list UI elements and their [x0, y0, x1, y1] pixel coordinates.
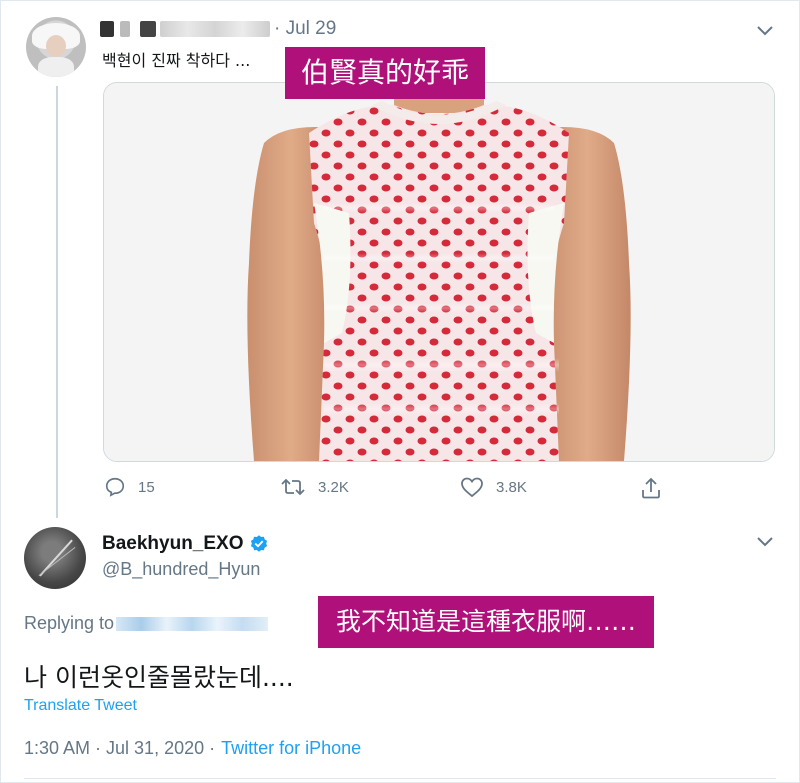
tweet-timestamp[interactable]: 1:30 AM · Jul 31, 2020 ·: [24, 738, 215, 759]
reply-action[interactable]: 15: [104, 476, 155, 498]
chevron-down-icon[interactable]: [755, 535, 775, 549]
retweet-icon: [281, 478, 305, 496]
retweet-action[interactable]: 3.2K: [280, 476, 349, 498]
heart-icon: [461, 477, 483, 498]
translation-caption: 伯賢真的好乖: [285, 47, 486, 99]
avatar[interactable]: [24, 527, 86, 589]
tweet-text: 백현이 진짜 착하다 ...: [102, 51, 251, 70]
translate-tweet-link[interactable]: Translate Tweet: [24, 697, 137, 715]
translation-caption: 我不知道是這種衣服啊……: [318, 596, 655, 648]
tweet-date[interactable]: · Jul 29: [274, 18, 336, 40]
like-count: 3.8K: [496, 478, 527, 496]
share-icon: [642, 477, 660, 499]
tweet-photo[interactable]: [103, 82, 775, 462]
reply-count: 15: [138, 478, 155, 496]
user-handle[interactable]: @B_hundred_Hyun: [102, 559, 260, 580]
comment-icon: [105, 477, 125, 497]
like-action[interactable]: 3.8K: [460, 476, 527, 498]
divider: [24, 778, 776, 779]
tweet-text: 나 이런옷인줄몰랐눈데....: [24, 663, 294, 692]
retweet-count: 3.2K: [318, 478, 349, 496]
avatar[interactable]: [26, 17, 86, 77]
thread-connector-line: [56, 86, 58, 518]
display-name[interactable]: Baekhyun_EXO: [102, 533, 269, 555]
tweet-actions: 15 3.2K 3.8K: [100, 476, 680, 502]
redacted-mention-link[interactable]: [116, 616, 269, 631]
replying-to: Replying to: [24, 613, 269, 634]
chevron-down-icon[interactable]: [755, 24, 775, 38]
redacted-username[interactable]: [100, 21, 114, 37]
verified-badge-icon: [250, 535, 267, 552]
tweet-header: · Jul 29: [100, 17, 336, 41]
tweet-source-link[interactable]: Twitter for iPhone: [221, 738, 361, 759]
tweet-metadata: 1:30 AM · Jul 31, 2020 · Twitter for iPh…: [24, 738, 361, 759]
redacted-handle[interactable]: [160, 21, 270, 37]
share-action[interactable]: [640, 476, 674, 500]
